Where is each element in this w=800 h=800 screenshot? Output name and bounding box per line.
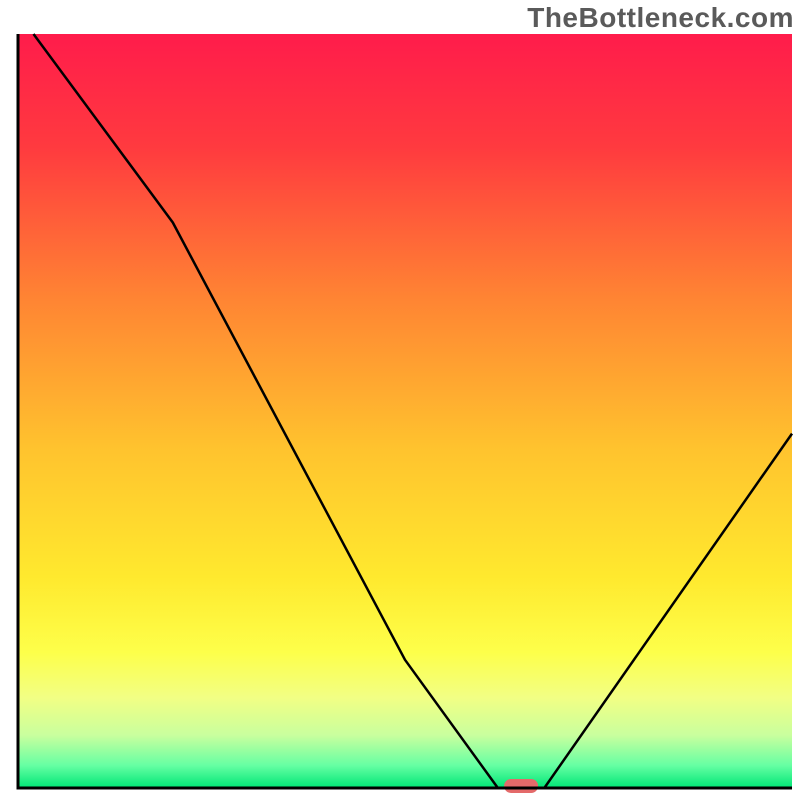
bottleneck-chart bbox=[0, 0, 800, 800]
chart-container: TheBottleneck.com bbox=[0, 0, 800, 800]
watermark-text: TheBottleneck.com bbox=[527, 2, 794, 34]
gradient-background bbox=[18, 34, 792, 788]
optimal-marker bbox=[504, 779, 538, 793]
